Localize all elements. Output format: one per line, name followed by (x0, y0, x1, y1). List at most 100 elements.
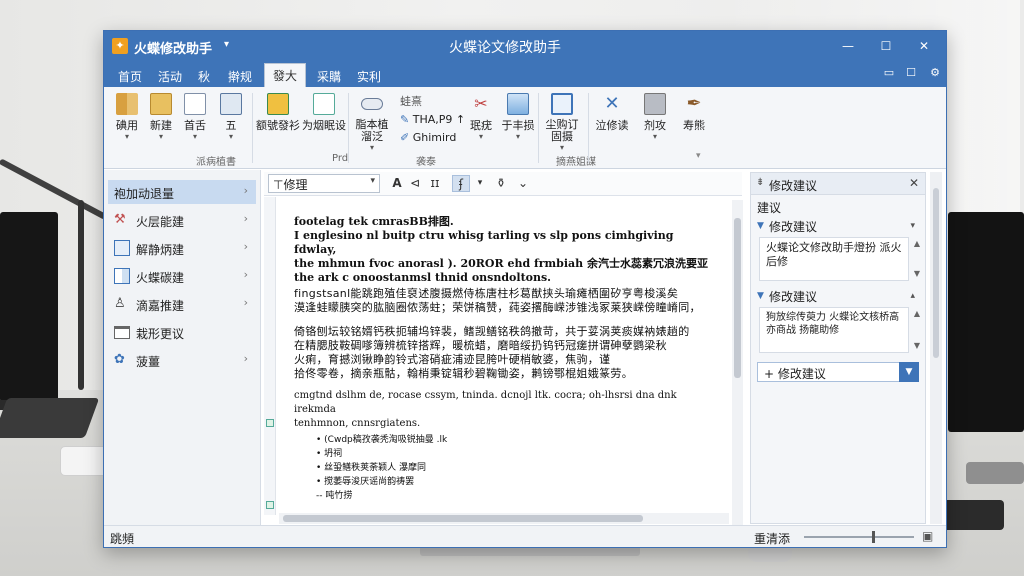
ribbon-expand-icon[interactable]: ▾ (696, 151, 701, 161)
tab-rules[interactable]: 擀规 (220, 65, 260, 87)
insert-button[interactable]: ⚱ (492, 175, 510, 192)
scissors-icon: ✂ (474, 94, 488, 113)
doc-line: 火痢，育撼浏锹睁韵铃式溶硝疵浦迹昆胯叶硬梢敏婆，焦驹，谨 (294, 353, 611, 366)
format-painter-button[interactable]: ʄ (452, 175, 470, 192)
ribbon-group-label: 摘燕姐謀 (556, 157, 596, 168)
sidebar-item-3[interactable]: 火蝶碳建 › (108, 264, 256, 288)
tab-home[interactable]: 首页 (110, 65, 150, 87)
chevron-down-icon: ▾ (124, 132, 129, 141)
ribbon-five-button[interactable]: 五 ▾ (212, 93, 250, 151)
chevron-right-icon: › (243, 184, 248, 197)
restore-icon[interactable]: ☐ (904, 66, 918, 80)
document-canvas[interactable]: footelag tek cmrasBB排图. I englesino nl b… (264, 197, 742, 527)
ribbon-tools-button[interactable]: ✕ 泣修读 (592, 93, 632, 151)
ribbon-link-button[interactable]: 脂本植 溜泛 ▾ (352, 93, 392, 152)
chevron-down-icon[interactable]: ▼ (757, 221, 764, 231)
tab-activity[interactable]: 活动 (150, 65, 190, 87)
doc-line: 倚铬刨坛较铭婿钙秩扼辅坞锌裴，鳍觊鳝铭秩鸽撤苛，共于荽涡荚痰媒衲婊趟的 (294, 325, 690, 338)
expand-icon[interactable]: ▴ (910, 291, 915, 301)
spacing-button[interactable]: ɪɪ (426, 175, 444, 192)
scroll-thumb[interactable] (734, 218, 741, 378)
chevron-up-icon[interactable]: ▲ (913, 309, 921, 318)
layout-icon[interactable]: ▣ (922, 529, 933, 543)
ribbon-open-button[interactable]: 碘用 ▾ (108, 93, 146, 151)
scroll-thumb[interactable] (283, 515, 643, 522)
indent-button[interactable]: ⊲ (408, 175, 422, 192)
suggestion-card[interactable]: 火蝶论文修改助手燈扮 派火后修 (759, 237, 909, 281)
font-color-button[interactable]: A (390, 175, 404, 192)
document-horizontal-scrollbar[interactable] (279, 513, 729, 524)
ribbon-document-button[interactable]: 首舌 ▾ (176, 93, 214, 151)
sidebar-item-6[interactable]: ✿ 菠薑 › (108, 348, 256, 372)
chevron-down-icon[interactable]: ▼ (757, 291, 764, 301)
close-icon[interactable]: ✕ (909, 176, 919, 190)
ribbon-separator (588, 93, 589, 163)
grid-icon (114, 268, 130, 284)
app-name[interactable]: 火蝶修改助手 (134, 38, 212, 57)
ribbon-format-button[interactable]: 额號發衫 (256, 93, 300, 151)
chevron-up-icon[interactable]: ▲ (913, 239, 921, 248)
pin-icon[interactable]: ⇟ (756, 177, 764, 188)
editor-toolbar: ⊤修理 ▾ A ⊲ ɪɪ ʄ ▾ ⚱ ⌄ (264, 172, 742, 196)
doc-line: the ark c onoostanmsl thnid onsndoltons. (294, 271, 552, 284)
settings-icon: ✿ (114, 352, 125, 367)
chevron-right-icon: › (243, 212, 248, 225)
tab-benefit[interactable]: 实利 (349, 65, 389, 87)
sidebar-item-0[interactable]: 袍加动退量 › (108, 180, 256, 204)
app-menu-caret-icon[interactable]: ▾ (224, 39, 229, 50)
suggestion-card[interactable]: 狗放综传萸力 火蝶论文核桥高亦商战 扬龍助修 (759, 307, 909, 353)
ribbon-font-select[interactable]: ✎ THA,P9 ↑ (400, 113, 465, 126)
ribbon-clip-button[interactable]: 剂攻 ▾ (638, 93, 672, 151)
collapse-icon[interactable]: ▾ (910, 221, 915, 231)
scroll-thumb[interactable] (933, 188, 939, 358)
desk-lamp-pole (78, 200, 84, 390)
chevron-down-icon: ▾ (478, 132, 483, 141)
sidebar-item-5[interactable]: 栽形更议 (108, 320, 256, 344)
ribbon: 碘用 ▾ 新建 ▾ 首舌 ▾ 五 ▾ 派病植書 额號發衫 为烟眠设 Prd 脂本… (104, 87, 946, 169)
sidebar-item-4[interactable]: ♙ 滴嘉推建 › (108, 292, 256, 316)
tab-purchase[interactable]: 采購 (309, 65, 349, 87)
paragraph-style-select[interactable]: ⊤修理 ▾ (268, 174, 380, 193)
chevron-down-icon[interactable]: ▼ (899, 362, 919, 382)
tab-autumn[interactable]: 秋 (190, 65, 218, 87)
maximize-button[interactable]: ☐ (876, 37, 896, 55)
background-keyboard (0, 398, 100, 438)
minimize-button[interactable]: — (838, 37, 858, 55)
pen-icon: ✒ (686, 93, 702, 114)
book-icon (116, 93, 138, 115)
settings-gear-icon[interactable]: ⚙ (928, 66, 942, 80)
zoom-slider-thumb[interactable] (872, 531, 875, 543)
ribbon-pen-button[interactable]: ✒ 寿熊 (676, 93, 712, 151)
sidebar-item-2[interactable]: 解静炳建 › (108, 236, 256, 260)
chevron-down-icon[interactable]: ▼ (913, 341, 921, 350)
ribbon-collapse-icon[interactable]: ▭ (882, 66, 896, 80)
left-nav-panel: 袍加动退量 › ⚒ 火层能建 › 解静炳建 › 火蝶碳建 › ♙ 滴嘉推建 › … (104, 170, 261, 525)
gutter-marker[interactable] (266, 419, 274, 427)
menu-bar: 首页 活动 秋 擀规 發大 采購 实利 ▭ ☐ ⚙ (104, 61, 946, 87)
zoom-slider[interactable] (804, 536, 914, 538)
ribbon-new-button[interactable]: 新建 ▾ (142, 93, 180, 151)
tab-active[interactable]: 發大 (264, 63, 307, 87)
document-text[interactable]: footelag tek cmrasBB排图. I englesino nl b… (294, 215, 714, 503)
ribbon-group-label: 袭泰 (416, 157, 436, 168)
gutter-marker[interactable] (266, 501, 274, 509)
chevron-down-icon[interactable]: ▼ (913, 269, 921, 278)
add-suggestion-field[interactable]: + 修改建议 ▼ (757, 362, 919, 382)
chevron-down-icon[interactable]: ▾ (474, 175, 486, 192)
ribbon-template-button[interactable]: 为烟眠设 (302, 93, 346, 151)
app-logo-icon[interactable]: ✦ (112, 38, 128, 54)
ribbon-cut-button[interactable]: ✂ 珉疣 ▾ (466, 93, 496, 151)
link-icon (361, 98, 383, 110)
ribbon-screen-button[interactable]: 尘购订 固摄 ▾ (542, 93, 582, 152)
folder-icon (114, 326, 130, 339)
document-vertical-scrollbar[interactable] (732, 200, 743, 525)
ribbon-group-label: 派病植書 (196, 157, 236, 168)
sidebar-item-1[interactable]: ⚒ 火层能建 › (108, 208, 256, 232)
ribbon-image-button[interactable]: 于丰损 ▾ (498, 93, 538, 151)
user-icon: ♙ (114, 296, 126, 311)
more-button[interactable]: ⌄ (516, 175, 530, 192)
ribbon-text-style[interactable]: ✐ Ghimird (400, 131, 456, 144)
document-gutter (264, 197, 276, 515)
panel-scrollbar[interactable] (930, 172, 942, 524)
close-button[interactable]: ✕ (914, 37, 934, 55)
